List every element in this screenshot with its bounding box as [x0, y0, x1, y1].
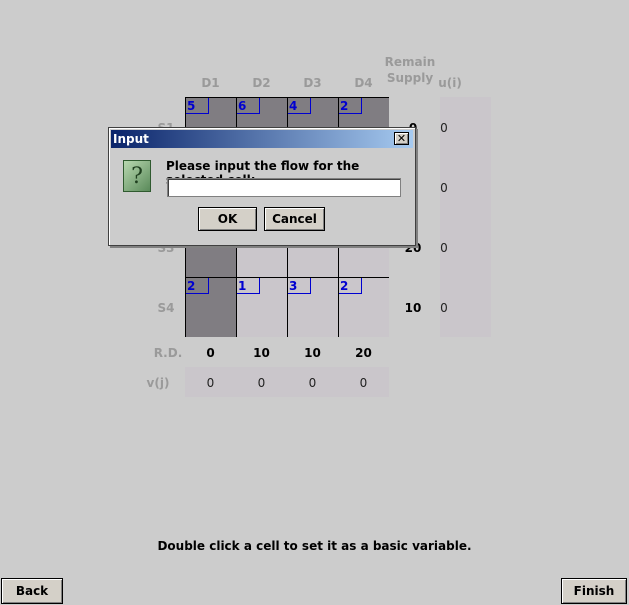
v-d3: 0	[308, 376, 317, 390]
instruction-text: Double click a cell to set it as a basic…	[157, 539, 472, 553]
u-s3: 0	[440, 241, 448, 255]
row-label-s4: S4	[157, 301, 175, 315]
v-d2: 0	[257, 376, 266, 390]
cell-s4-d1[interactable]: 2	[185, 277, 236, 337]
rd-d4: 20	[355, 346, 372, 360]
rd-d3: 10	[304, 346, 321, 360]
flow-input[interactable]	[167, 178, 401, 197]
input-dialog: Input ✕ ? Please input the flow for the …	[108, 127, 416, 246]
finish-button[interactable]: Finish	[561, 578, 627, 604]
back-button[interactable]: Back	[1, 578, 63, 604]
cell-s4-d3[interactable]: 3	[287, 277, 338, 337]
rd-d2: 10	[253, 346, 270, 360]
remain-s4: 10	[404, 301, 422, 315]
col-header-d1: D1	[201, 76, 220, 90]
col-header-d2: D2	[252, 76, 271, 90]
rd-d1: 0	[206, 346, 215, 360]
question-icon: ?	[123, 160, 151, 192]
dialog-titlebar[interactable]: Input ✕	[111, 130, 413, 148]
v-d4: 0	[359, 376, 368, 390]
col-header-d3: D3	[303, 76, 322, 90]
ok-button[interactable]: OK	[198, 207, 257, 231]
u-s2: 0	[440, 181, 448, 195]
cost-s4-d3: 3	[288, 278, 311, 294]
v-label: v(j)	[146, 376, 170, 390]
cost-s1-d3: 4	[288, 98, 311, 114]
u-s4: 0	[440, 301, 448, 315]
cancel-button[interactable]: Cancel	[264, 207, 325, 231]
cost-s1-d4: 2	[339, 98, 362, 114]
cost-s4-d2: 1	[237, 278, 260, 294]
rd-label: R.D.	[153, 346, 183, 360]
cost-s1-d1: 5	[186, 98, 209, 114]
close-icon[interactable]: ✕	[394, 132, 409, 145]
cell-s4-d4[interactable]: 2	[338, 277, 389, 337]
remain-supply-header: Remain Supply	[384, 55, 436, 85]
cost-s1-d2: 6	[237, 98, 260, 114]
cost-s4-d4: 2	[339, 278, 362, 294]
v-d1: 0	[206, 376, 215, 390]
u-header: u(i)	[438, 76, 462, 90]
u-s1: 0	[440, 121, 448, 135]
cost-s4-d1: 2	[186, 278, 209, 294]
col-header-d4: D4	[354, 76, 373, 90]
dialog-title: Input	[113, 132, 149, 146]
cell-s4-d2[interactable]: 1	[236, 277, 287, 337]
